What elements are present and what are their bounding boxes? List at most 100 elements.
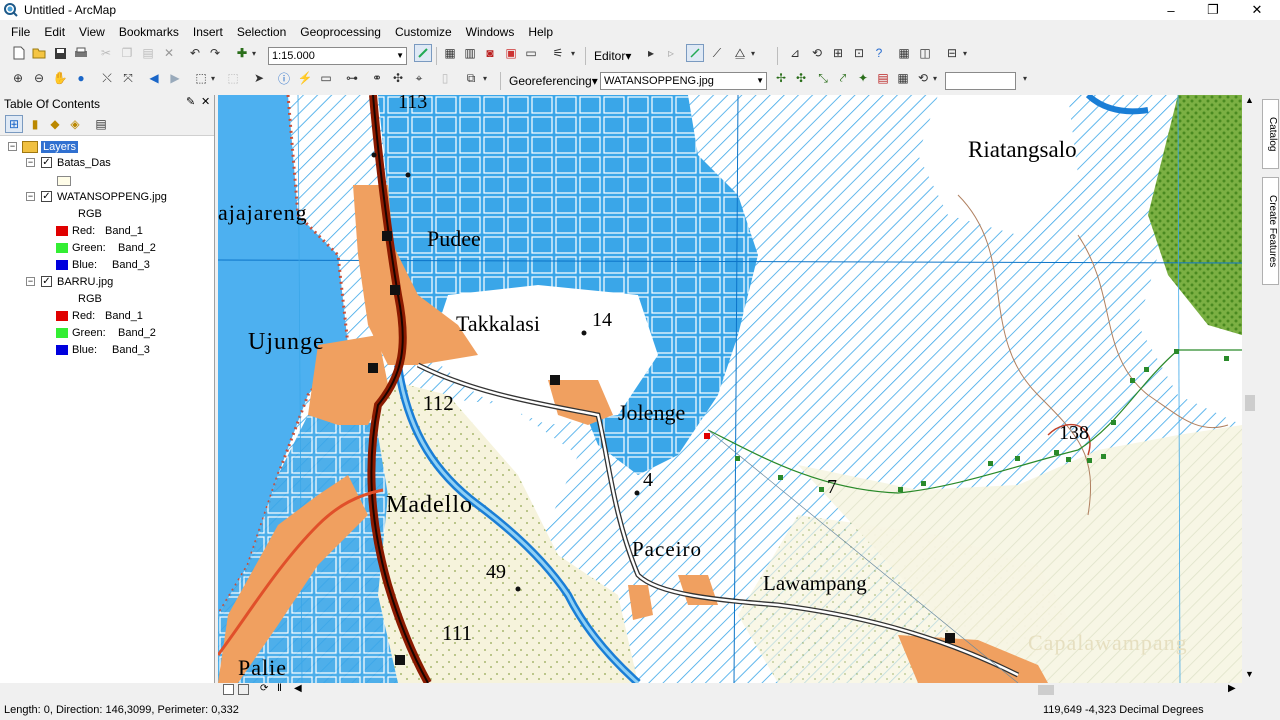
map-display[interactable]: 113 ajajareng Pudee Takkalasi 14 Ujunge … bbox=[218, 95, 1242, 683]
forward-arrow-icon[interactable]: ▶ bbox=[166, 69, 184, 87]
layer-visibility-checkbox[interactable]: ✓ bbox=[41, 276, 52, 287]
collapse-icon[interactable]: − bbox=[8, 142, 17, 151]
save-icon[interactable] bbox=[51, 44, 69, 62]
new-document-icon[interactable] bbox=[10, 44, 28, 62]
fixed-zoom-out-icon[interactable]: ⤧ bbox=[119, 69, 137, 87]
menu-help[interactable]: Help bbox=[521, 25, 560, 39]
close-window-button[interactable]: ✕ bbox=[1236, 0, 1278, 20]
snapping-icon[interactable]: ◫ bbox=[916, 44, 934, 62]
menu-edit[interactable]: Edit bbox=[37, 25, 72, 39]
menu-file[interactable]: File bbox=[4, 25, 37, 39]
delete-icon[interactable]: ✕ bbox=[160, 44, 178, 62]
split-tool-icon[interactable]: ⊿ bbox=[786, 44, 804, 62]
help-tool-icon[interactable]: ? bbox=[870, 44, 888, 62]
scroll-right-arrow-icon[interactable]: ▶ bbox=[1228, 683, 1236, 694]
scale-combo[interactable]: 1:15.000 ▼ bbox=[268, 47, 407, 65]
construction-dropdown-icon[interactable]: ▾ bbox=[748, 44, 758, 62]
scroll-down-arrow-icon[interactable]: ▼ bbox=[1245, 669, 1254, 679]
add-data-dropdown-icon[interactable]: ▾ bbox=[249, 44, 259, 62]
menu-windows[interactable]: Windows bbox=[459, 25, 522, 39]
select-dropdown-icon[interactable]: ▾ bbox=[208, 69, 218, 87]
data-view-icon[interactable] bbox=[223, 684, 234, 695]
toc-window-icon[interactable]: ▦ bbox=[441, 44, 459, 62]
toc-options-icon[interactable]: ▤ bbox=[92, 115, 110, 133]
refresh-icon[interactable]: ⟳ bbox=[260, 683, 268, 694]
create-features-icon[interactable]: ▦ bbox=[895, 44, 913, 62]
map-horizontal-scrollbar[interactable]: ⟳ Ⅱ ◀ ▶ bbox=[218, 683, 1242, 697]
edit-tool-icon[interactable]: ▸ bbox=[642, 44, 660, 62]
back-arrow-icon[interactable]: ◀ bbox=[145, 69, 163, 87]
fit-display-icon[interactable]: ✦ bbox=[854, 69, 872, 87]
restore-button[interactable]: ❐ bbox=[1192, 0, 1234, 20]
shift-georef-icon[interactable]: ✣ bbox=[792, 69, 810, 87]
georef-layer-combo[interactable]: WATANSOPPENG.jpg ▼ bbox=[600, 72, 767, 90]
arctoolbox-icon[interactable]: ▣ bbox=[502, 44, 520, 62]
collapse-icon[interactable]: − bbox=[26, 192, 35, 201]
menu-insert[interactable]: Insert bbox=[186, 25, 230, 39]
paste-icon[interactable]: ▤ bbox=[139, 44, 157, 62]
list-by-source-icon[interactable]: ▮ bbox=[26, 115, 44, 133]
attributes-icon[interactable]: ⊞ bbox=[829, 44, 847, 62]
list-by-drawing-order-icon[interactable]: ⊞ bbox=[5, 115, 23, 133]
select-elements-arrow-icon[interactable]: ➤ bbox=[250, 69, 268, 87]
time-slider-icon[interactable]: ▯ bbox=[436, 69, 454, 87]
layout-view-icon[interactable] bbox=[238, 684, 249, 695]
trace-tool-icon[interactable]: ⟋ bbox=[708, 44, 726, 62]
redo-icon[interactable]: ↷ bbox=[206, 44, 224, 62]
pin-icon[interactable]: ✎ bbox=[186, 95, 195, 108]
layer-barru[interactable]: − ✓ BARRU.jpg bbox=[26, 274, 113, 289]
collapse-icon[interactable]: − bbox=[26, 277, 35, 286]
search-window-icon[interactable]: ◙ bbox=[481, 44, 499, 62]
toolbar-more-icon[interactable]: ▾ bbox=[960, 44, 970, 62]
menu-view[interactable]: View bbox=[72, 25, 112, 39]
minimize-button[interactable]: – bbox=[1150, 0, 1192, 20]
georef-dropdown-icon[interactable]: ▾ bbox=[930, 69, 940, 87]
hyperlink-icon[interactable]: ⚡ bbox=[296, 69, 314, 87]
go-to-xy-icon[interactable]: ⌖ bbox=[410, 69, 428, 87]
pause-drawing-icon[interactable]: Ⅱ bbox=[277, 683, 282, 694]
model-builder-icon[interactable]: ⚟ bbox=[549, 44, 567, 62]
polygon-symbol-swatch[interactable] bbox=[57, 175, 71, 186]
copy-icon[interactable]: ❐ bbox=[118, 44, 136, 62]
list-by-visibility-icon[interactable]: ◆ bbox=[46, 115, 64, 133]
layers-root[interactable]: − Layers bbox=[8, 139, 79, 154]
editor-menu[interactable]: Editor▾ bbox=[594, 47, 631, 65]
layer-visibility-checkbox[interactable]: ✓ bbox=[41, 191, 52, 202]
zoom-out-icon[interactable]: ⊖ bbox=[30, 69, 48, 87]
straight-segment-icon[interactable] bbox=[686, 44, 704, 62]
view-link-table-icon[interactable]: ▦ bbox=[894, 69, 912, 87]
add-control-points-icon[interactable]: ⤤ bbox=[834, 69, 852, 87]
georef-value-input[interactable] bbox=[945, 72, 1016, 90]
layer-watansoppeng[interactable]: − ✓ WATANSOPPENG.jpg bbox=[26, 189, 167, 204]
create-features-tab[interactable]: Create Features bbox=[1262, 177, 1279, 285]
find-binoculars-icon[interactable]: ⚭ bbox=[368, 69, 386, 87]
print-icon[interactable] bbox=[72, 44, 90, 62]
georef-more-icon[interactable]: ▾ bbox=[1020, 69, 1030, 87]
list-by-selection-icon[interactable]: ◈ bbox=[66, 115, 84, 133]
find-route-icon[interactable]: ✣ bbox=[389, 69, 407, 87]
map-vertical-scrollbar[interactable]: ▲ ▼ bbox=[1242, 95, 1259, 683]
undo-icon[interactable]: ↶ bbox=[186, 44, 204, 62]
zoom-in-icon[interactable]: ⊕ bbox=[9, 69, 27, 87]
editor-toolbar-icon[interactable] bbox=[414, 44, 432, 62]
menu-customize[interactable]: Customize bbox=[388, 25, 459, 39]
link-table-icon[interactable]: ▤ bbox=[874, 69, 892, 87]
python-window-icon[interactable]: ▭ bbox=[522, 44, 540, 62]
fixed-zoom-in-icon[interactable]: ⤬ bbox=[98, 69, 116, 87]
georeferencing-menu[interactable]: Georeferencing▾ bbox=[509, 72, 598, 90]
html-popup-icon[interactable]: ▭ bbox=[317, 69, 335, 87]
full-extent-globe-icon[interactable]: ● bbox=[72, 69, 90, 87]
tools-more-icon[interactable]: ▾ bbox=[480, 69, 490, 87]
cut-icon[interactable]: ✂ bbox=[97, 44, 115, 62]
rotate-georef-icon[interactable]: ✢ bbox=[772, 69, 790, 87]
catalog-window-icon[interactable]: ▥ bbox=[461, 44, 479, 62]
toolbar-options-icon[interactable]: ▾ bbox=[568, 44, 578, 62]
measure-icon[interactable]: ⊶ bbox=[343, 69, 361, 87]
catalog-tab[interactable]: Catalog bbox=[1262, 99, 1279, 169]
edit-annotation-icon[interactable]: ▹ bbox=[662, 44, 680, 62]
layer-batas-das[interactable]: − ✓ Batas_Das bbox=[26, 155, 111, 170]
open-folder-icon[interactable] bbox=[30, 44, 48, 62]
clear-selection-icon[interactable]: ⬚ bbox=[224, 69, 242, 87]
scale-georef-icon[interactable]: ⤡ bbox=[814, 69, 832, 87]
identify-icon[interactable]: ⓘ bbox=[275, 69, 293, 87]
